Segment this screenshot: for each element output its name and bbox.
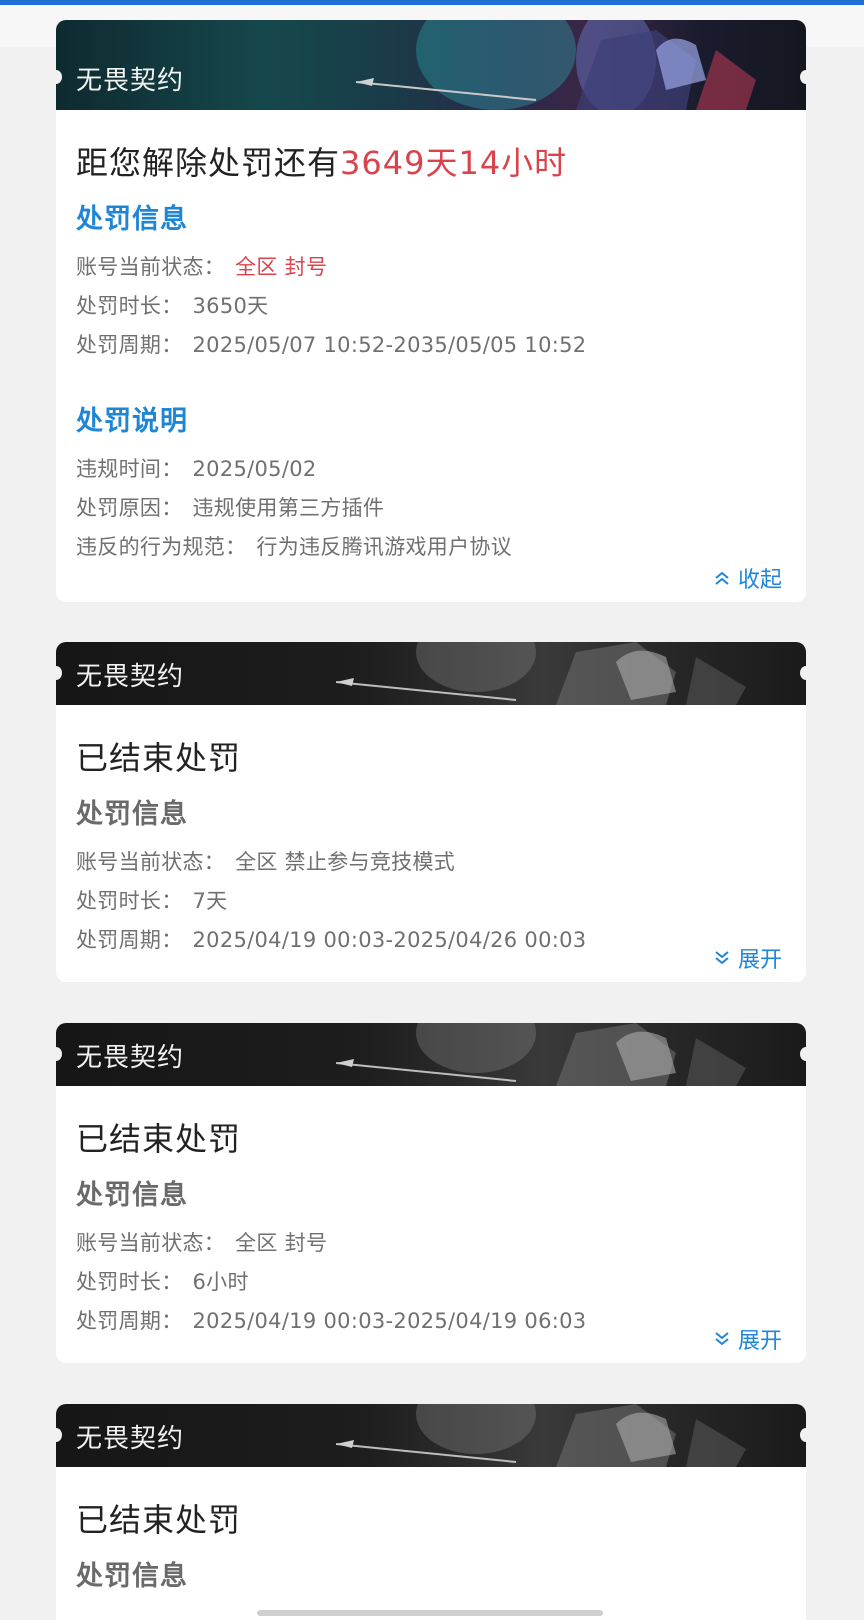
banner-notch-right — [800, 1047, 806, 1061]
info-row-duration: 处罚时长： 7天 — [76, 884, 786, 923]
desc-row-reason: 处罚原因： 违规使用第三方插件 — [76, 491, 786, 530]
game-name: 无畏契约 — [76, 1424, 185, 1454]
banner-notch-right — [800, 666, 806, 680]
row-value: 全区 封号 — [235, 1231, 328, 1255]
row-label: 处罚周期： — [76, 333, 183, 357]
card-body: 已结束处罚 处罚信息 账号当前状态： 全区 封号 处罚时长： 6小时 处罚周期： 20… — [56, 1086, 806, 1343]
row-label: 违规时间： — [76, 457, 183, 481]
penalty-card-ended: 无畏契约 已结束处罚 处罚信息 账号当前状态： 全区 禁止参与竞技模式 处罚时长：… — [56, 642, 806, 982]
row-label: 处罚时长： — [76, 889, 183, 913]
game-name: 无畏契约 — [76, 662, 185, 692]
row-value: 2025/04/19 00:03-2025/04/26 00:03 — [192, 928, 587, 952]
row-value: 全区 封号 — [235, 255, 328, 279]
row-label: 处罚周期： — [76, 1309, 183, 1333]
desc-row-rule: 违反的行为规范： 行为违反腾讯游戏用户协议 — [76, 530, 786, 569]
penalty-info-heading: 处罚信息 — [76, 1561, 188, 1592]
penalty-status: 已结束处罚 — [76, 1501, 242, 1539]
penalty-card-ended: 无畏契约 已结束处罚 处罚信息 账号当前状态： 全区 封号 处罚时长： 6小时 处罚… — [56, 1023, 806, 1363]
game-banner: 无畏契约 — [56, 642, 806, 705]
row-value: 违规使用第三方插件 — [192, 496, 385, 520]
info-row-status: 账号当前状态： 全区 封号 — [76, 250, 786, 289]
row-label: 账号当前状态： — [76, 850, 226, 874]
info-row-period: 处罚周期： 2025/05/07 10:52-2035/05/05 10:52 — [76, 328, 786, 367]
row-label: 违反的行为规范： — [76, 535, 247, 559]
info-row-duration: 处罚时长： 3650天 — [76, 289, 786, 328]
collapse-button[interactable]: 收起 — [714, 562, 782, 594]
double-chevron-down-icon — [715, 1332, 729, 1346]
penalty-countdown: 距您解除处罚还有3649天14小时 — [76, 110, 786, 200]
expand-button[interactable]: 展开 — [714, 942, 782, 974]
row-value: 2025/04/19 00:03-2025/04/19 06:03 — [192, 1309, 587, 1333]
expand-label: 展开 — [737, 948, 782, 973]
info-row-period: 处罚周期： 2025/04/19 00:03-2025/04/26 00:03 — [76, 923, 786, 962]
expand-button[interactable]: 展开 — [714, 1323, 782, 1355]
row-value: 6小时 — [192, 1270, 249, 1294]
penalty-info-heading: 处罚信息 — [76, 799, 188, 830]
info-row-status: 账号当前状态： 全区 封号 — [76, 1226, 786, 1265]
row-label: 处罚时长： — [76, 294, 183, 318]
countdown-value: 3649天14小时 — [340, 144, 568, 182]
game-banner: 无畏契约 — [56, 1404, 806, 1467]
double-chevron-up-icon — [715, 571, 729, 585]
penalty-info-heading: 处罚信息 — [76, 1180, 188, 1211]
row-value: 2025/05/02 — [192, 457, 317, 481]
row-label: 账号当前状态： — [76, 255, 226, 279]
row-value: 行为违反腾讯游戏用户协议 — [256, 535, 513, 559]
game-banner: 无畏契约 — [56, 1023, 806, 1086]
expand-label: 展开 — [737, 1329, 782, 1354]
row-label: 处罚周期： — [76, 928, 183, 952]
penalty-card-ended: 无畏契约 已结束处罚 处罚信息 — [56, 1404, 806, 1620]
row-label: 处罚时长： — [76, 1270, 183, 1294]
game-name: 无畏契约 — [76, 1043, 185, 1073]
info-row-status: 账号当前状态： 全区 禁止参与竞技模式 — [76, 845, 786, 884]
penalty-desc-heading: 处罚说明 — [76, 406, 188, 437]
card-body: 距您解除处罚还有3649天14小时 处罚信息 账号当前状态： 全区 封号 处罚时长… — [56, 110, 806, 569]
row-label: 处罚原因： — [76, 496, 183, 520]
row-value: 7天 — [192, 889, 228, 913]
collapse-label: 收起 — [737, 568, 782, 593]
banner-notch-right — [800, 70, 806, 84]
penalty-status: 已结束处罚 — [76, 1120, 242, 1158]
home-indicator[interactable] — [257, 1610, 603, 1616]
card-body: 已结束处罚 处罚信息 — [56, 1467, 806, 1607]
penalty-info-heading: 处罚信息 — [76, 204, 188, 235]
game-name: 无畏契约 — [76, 66, 185, 96]
banner-notch-right — [800, 1428, 806, 1442]
row-label: 账号当前状态： — [76, 1231, 226, 1255]
row-value: 全区 禁止参与竞技模式 — [235, 850, 456, 874]
penalty-card-active: 无畏契约 距您解除处罚还有3649天14小时 处罚信息 账号当前状态： 全区 封号… — [56, 20, 806, 602]
desc-row-violation-time: 违规时间： 2025/05/02 — [76, 452, 786, 491]
info-row-duration: 处罚时长： 6小时 — [76, 1265, 786, 1304]
info-row-period: 处罚周期： 2025/04/19 00:03-2025/04/19 06:03 — [76, 1304, 786, 1343]
countdown-prefix: 距您解除处罚还有 — [76, 144, 341, 182]
double-chevron-down-icon — [715, 951, 729, 965]
row-value: 2025/05/07 10:52-2035/05/05 10:52 — [192, 333, 587, 357]
page: 无畏契约 距您解除处罚还有3649天14小时 处罚信息 账号当前状态： 全区 封号… — [0, 0, 864, 1620]
card-body: 已结束处罚 处罚信息 账号当前状态： 全区 禁止参与竞技模式 处罚时长： 7天 处罚… — [56, 705, 806, 962]
game-banner: 无畏契约 — [56, 20, 806, 110]
penalty-status: 已结束处罚 — [76, 739, 242, 777]
row-value: 3650天 — [192, 294, 269, 318]
